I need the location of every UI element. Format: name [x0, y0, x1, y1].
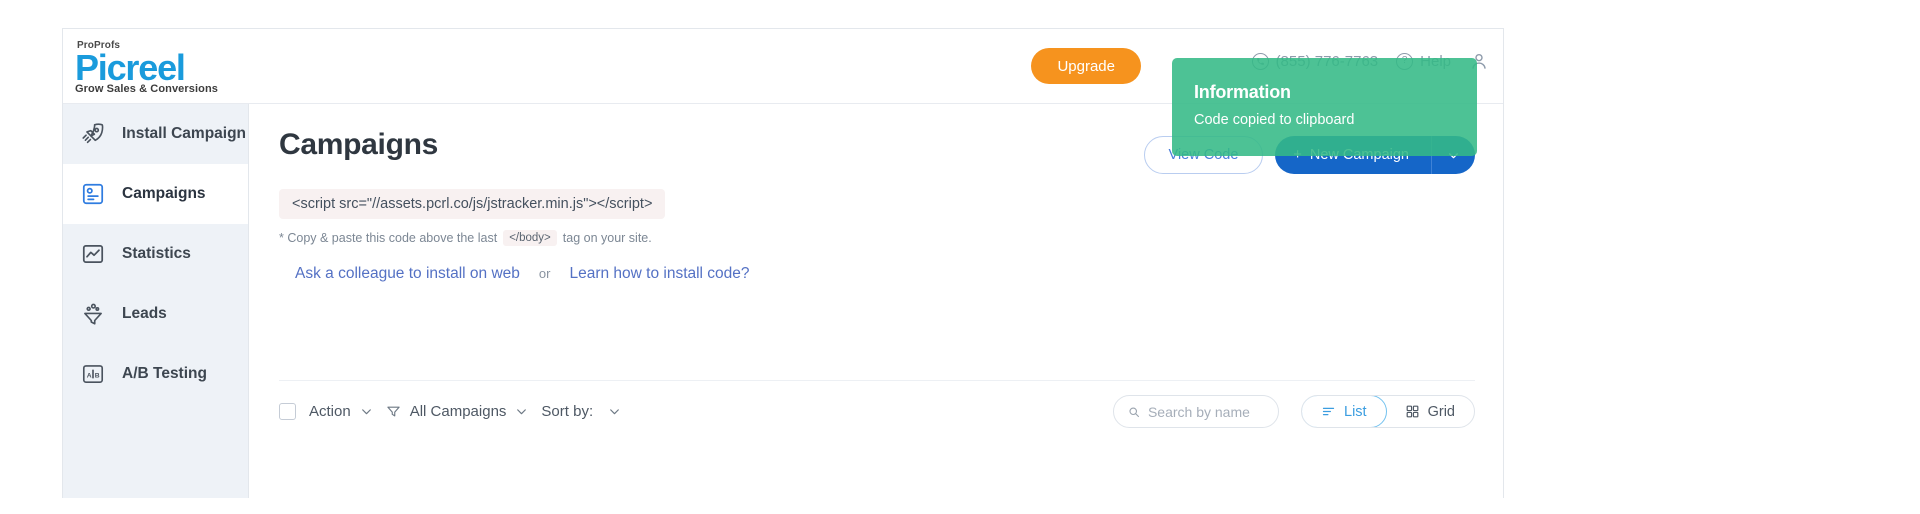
- search-box[interactable]: [1113, 395, 1279, 428]
- code-note-before: * Copy & paste this code above the last: [279, 231, 497, 245]
- toast-title: Information: [1194, 82, 1455, 103]
- ask-colleague-link[interactable]: Ask a colleague to install on web: [295, 265, 520, 283]
- chevron-down-icon: [608, 405, 621, 418]
- campaign-card-icon: [80, 181, 106, 207]
- sidebar-item-label: Statistics: [122, 245, 191, 263]
- sidebar-item-label: Campaigns: [122, 185, 206, 203]
- list-view-icon: [1321, 404, 1336, 419]
- svg-text:A: A: [87, 372, 92, 379]
- action-dropdown[interactable]: Action: [309, 403, 373, 420]
- app-body: Install Campaign Campaigns Statistics Le…: [63, 104, 1503, 498]
- code-note-body-tag: </body>: [503, 230, 557, 246]
- upgrade-button[interactable]: Upgrade: [1031, 48, 1141, 84]
- funnel-bubbles-icon: [80, 301, 106, 327]
- learn-install-link[interactable]: Learn how to install code?: [569, 265, 749, 283]
- toolbar-right: List Grid: [1113, 395, 1475, 428]
- sort-by-label: Sort by:: [541, 403, 593, 420]
- funnel-icon: [386, 404, 401, 419]
- rocket-icon: [80, 121, 106, 147]
- sidebar-item-label: Install Campaign: [122, 125, 246, 143]
- sidebar-item-label: A/B Testing: [122, 365, 207, 383]
- grid-view-label: Grid: [1428, 404, 1455, 420]
- install-code-note: * Copy & paste this code above the last …: [279, 230, 1473, 246]
- code-note-after: tag on your site.: [563, 231, 652, 245]
- chevron-down-icon: [515, 405, 528, 418]
- toast-notification[interactable]: Information Code copied to clipboard: [1172, 58, 1477, 156]
- grid-view-icon: [1405, 404, 1420, 419]
- sidebar-item-leads[interactable]: Leads: [63, 284, 248, 344]
- svg-text:B: B: [95, 372, 100, 379]
- sidebar-item-install-campaign[interactable]: Install Campaign: [63, 104, 248, 164]
- chevron-down-icon: [360, 405, 373, 418]
- sidebar-item-statistics[interactable]: Statistics: [63, 224, 248, 284]
- search-icon: [1128, 405, 1140, 419]
- toolbar-left: Action All Campaigns Sort by:: [279, 403, 621, 420]
- view-toggle: List Grid: [1301, 395, 1475, 428]
- list-view-label: List: [1344, 404, 1367, 420]
- search-input[interactable]: [1148, 404, 1264, 420]
- sort-by-dropdown[interactable]: Sort by:: [541, 403, 621, 420]
- logo-tagline: Grow Sales & Conversions: [75, 84, 218, 95]
- picreel-logo[interactable]: ProProfs Picreel Grow Sales & Conversion…: [75, 41, 218, 95]
- links-or-label: or: [539, 266, 551, 281]
- toast-message: Code copied to clipboard: [1194, 112, 1455, 128]
- list-view-button[interactable]: List: [1301, 395, 1387, 428]
- grid-view-button[interactable]: Grid: [1386, 396, 1474, 427]
- ab-testing-icon: AB: [80, 361, 106, 387]
- install-links-row: Ask a colleague to install on web or Lea…: [279, 265, 1473, 283]
- logo-name: Picreel: [75, 50, 218, 86]
- campaigns-toolbar: Action All Campaigns Sort by:: [279, 380, 1475, 442]
- campaign-filter-dropdown[interactable]: All Campaigns: [386, 403, 529, 420]
- sidebar-item-campaigns[interactable]: Campaigns: [63, 164, 248, 224]
- select-all-checkbox[interactable]: [279, 403, 296, 420]
- sidebar: Install Campaign Campaigns Statistics Le…: [63, 104, 249, 498]
- action-label: Action: [309, 403, 351, 420]
- campaign-filter-label: All Campaigns: [410, 403, 507, 420]
- sidebar-item-label: Leads: [122, 305, 167, 323]
- install-code-snippet[interactable]: <script src="//assets.pcrl.co/js/jstrack…: [279, 189, 665, 219]
- sidebar-item-ab-testing[interactable]: AB A/B Testing: [63, 344, 248, 404]
- main-content: Campaigns View Code + New Campaign <scri…: [249, 104, 1503, 498]
- chart-line-icon: [80, 241, 106, 267]
